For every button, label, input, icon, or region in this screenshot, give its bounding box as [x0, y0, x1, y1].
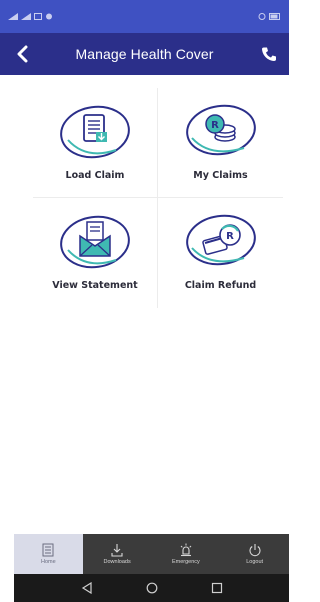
system-navigation-bar: [14, 574, 289, 602]
location-icon: [46, 13, 52, 20]
nav-label: Home: [41, 559, 56, 565]
home-list-icon: [42, 543, 54, 557]
claim-refund-tile[interactable]: R Claim Refund: [158, 198, 283, 308]
square-recents-icon: [211, 582, 222, 594]
status-bar: [0, 0, 289, 33]
nav-home[interactable]: Home: [14, 534, 83, 574]
nav-label: Downloads: [103, 559, 131, 565]
rand-coins-icon: R: [185, 104, 256, 156]
card-refund-icon: R: [185, 214, 256, 266]
app-bar: Manage Health Cover: [0, 33, 289, 75]
bottom-navigation: Home Downloads Emergency Logout: [14, 534, 289, 574]
view-statement-tile[interactable]: View Statement: [33, 198, 158, 308]
system-recents-button[interactable]: [209, 580, 225, 596]
tile-label: My Claims: [193, 170, 248, 181]
signal-icon: [21, 13, 31, 20]
alarm-icon: [258, 13, 266, 20]
system-home-button[interactable]: [144, 580, 160, 596]
svg-text:R: R: [211, 120, 219, 131]
circle-home-icon: [146, 582, 157, 594]
envelope-statement-icon: [60, 215, 130, 269]
nav-downloads[interactable]: Downloads: [83, 534, 152, 574]
tile-label: View Statement: [52, 280, 138, 291]
message-icon: [34, 13, 42, 20]
status-indicators-right: [258, 13, 281, 20]
load-claim-tile[interactable]: Load Claim: [33, 88, 158, 198]
download-icon: [111, 544, 123, 557]
tile-label: Claim Refund: [184, 280, 257, 291]
call-button[interactable]: [257, 42, 281, 66]
triangle-back-icon: [81, 582, 92, 594]
system-back-button[interactable]: [79, 580, 95, 596]
nav-label: Logout: [246, 559, 264, 565]
chevron-left-icon: [17, 45, 28, 63]
nav-label: Emergency: [171, 559, 200, 565]
tile-label: Load Claim: [65, 170, 125, 181]
my-claims-tile[interactable]: R My Claims: [158, 88, 283, 198]
siren-icon: [180, 543, 192, 557]
phone-icon: [262, 47, 276, 61]
back-button[interactable]: [10, 42, 34, 66]
nav-emergency[interactable]: Emergency: [152, 534, 221, 574]
power-icon: [249, 544, 261, 557]
svg-text:R: R: [226, 231, 234, 242]
page-title: Manage Health Cover: [75, 46, 214, 62]
services-grid: Load Claim R My Claims View Statement R …: [33, 88, 283, 308]
signal-icon: [8, 13, 18, 20]
claim-document-icon: [60, 105, 130, 159]
status-indicators-left: [8, 13, 53, 20]
nav-logout[interactable]: Logout: [220, 534, 289, 574]
battery-icon: [269, 13, 280, 20]
